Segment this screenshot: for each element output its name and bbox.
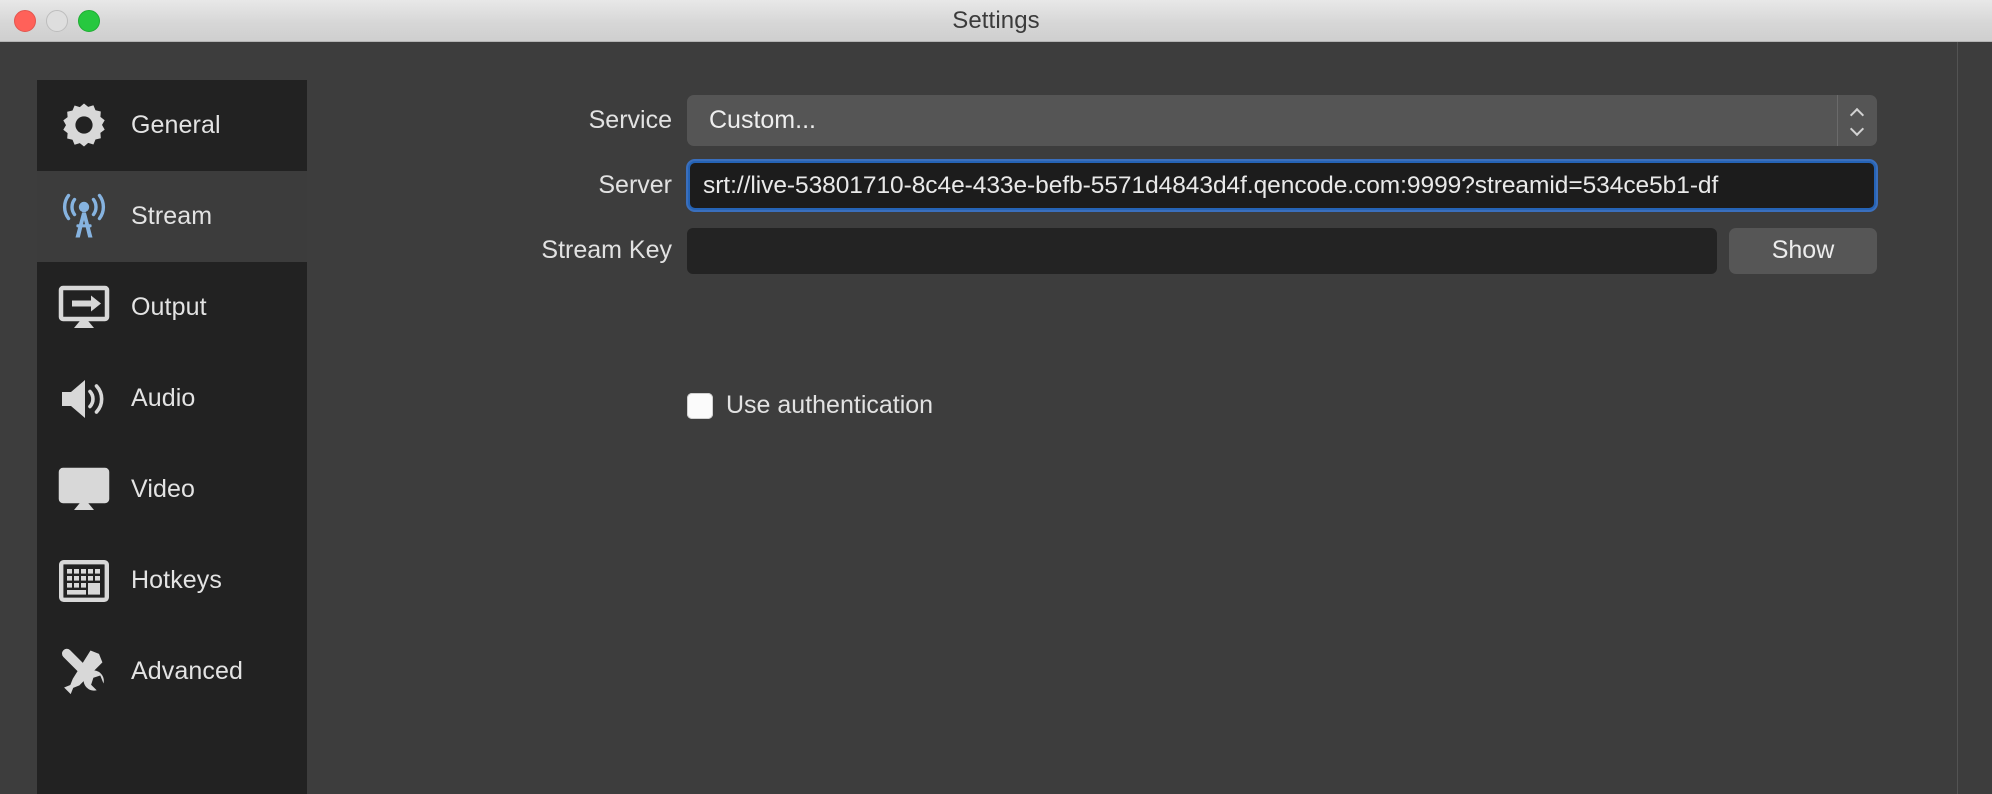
settings-sidebar: General Stream Output Audio Video Hotkey… [37, 80, 307, 794]
stream-key-input[interactable] [687, 227, 1717, 274]
monitor-arrow-icon [54, 280, 114, 336]
wrench-screwdriver-icon [54, 644, 114, 700]
service-row: Service Custom... [307, 95, 1957, 146]
settings-content: General Stream Output Audio Video Hotkey… [0, 42, 1992, 794]
stream-key-row: Stream Key Show [307, 225, 1957, 276]
sidebar-item-stream[interactable]: Stream [37, 171, 307, 262]
panel-right-edge [1959, 42, 1992, 794]
stream-settings-form: Service Custom... Server srt://live-5380… [307, 95, 1957, 420]
sidebar-item-label: Hotkeys [131, 566, 223, 594]
keyboard-icon [54, 553, 114, 609]
sidebar-item-audio[interactable]: Audio [37, 353, 307, 444]
sidebar-item-video[interactable]: Video [37, 444, 307, 535]
sidebar-item-general[interactable]: General [37, 80, 307, 171]
speaker-icon [54, 371, 114, 427]
chevron-up-icon [1851, 109, 1864, 117]
chevron-down-icon [1851, 125, 1864, 133]
sidebar-item-hotkeys[interactable]: Hotkeys [37, 535, 307, 626]
server-label: Server [598, 171, 672, 199]
sidebar-item-advanced[interactable]: Advanced [37, 626, 307, 717]
settings-window: Settings General Stream Output Audio Vid… [0, 0, 1992, 794]
server-row: Server srt://live-53801710-8c4e-433e-bef… [307, 159, 1957, 212]
sidebar-item-output[interactable]: Output [37, 262, 307, 353]
gear-icon [54, 98, 114, 154]
use-authentication-row: Use authentication [307, 391, 1957, 420]
service-select[interactable]: Custom... [687, 95, 1877, 146]
stream-settings-panel: Service Custom... Server srt://live-5380… [307, 42, 1958, 794]
sidebar-item-label: Audio [131, 384, 196, 412]
server-input-value: srt://live-53801710-8c4e-433e-befb-5571d… [703, 171, 1719, 199]
service-selected-value: Custom... [687, 95, 1837, 146]
service-stepper[interactable] [1837, 95, 1877, 146]
sidebar-item-label: Output [131, 293, 207, 321]
display-icon [54, 462, 114, 518]
stream-key-label: Stream Key [541, 236, 672, 264]
broadcast-icon [54, 189, 114, 245]
use-authentication-label: Use authentication [726, 391, 934, 419]
service-label: Service [588, 106, 672, 134]
sidebar-item-label: Stream [131, 202, 213, 230]
server-input[interactable]: srt://live-53801710-8c4e-433e-befb-5571d… [686, 159, 1878, 212]
use-authentication-checkbox[interactable] [687, 392, 713, 419]
window-titlebar: Settings [0, 0, 1992, 42]
show-stream-key-button[interactable]: Show [1729, 227, 1877, 274]
sidebar-item-label: General [131, 111, 221, 139]
window-title: Settings [952, 7, 1040, 34]
sidebar-item-label: Advanced [131, 657, 243, 685]
sidebar-item-label: Video [131, 475, 195, 503]
